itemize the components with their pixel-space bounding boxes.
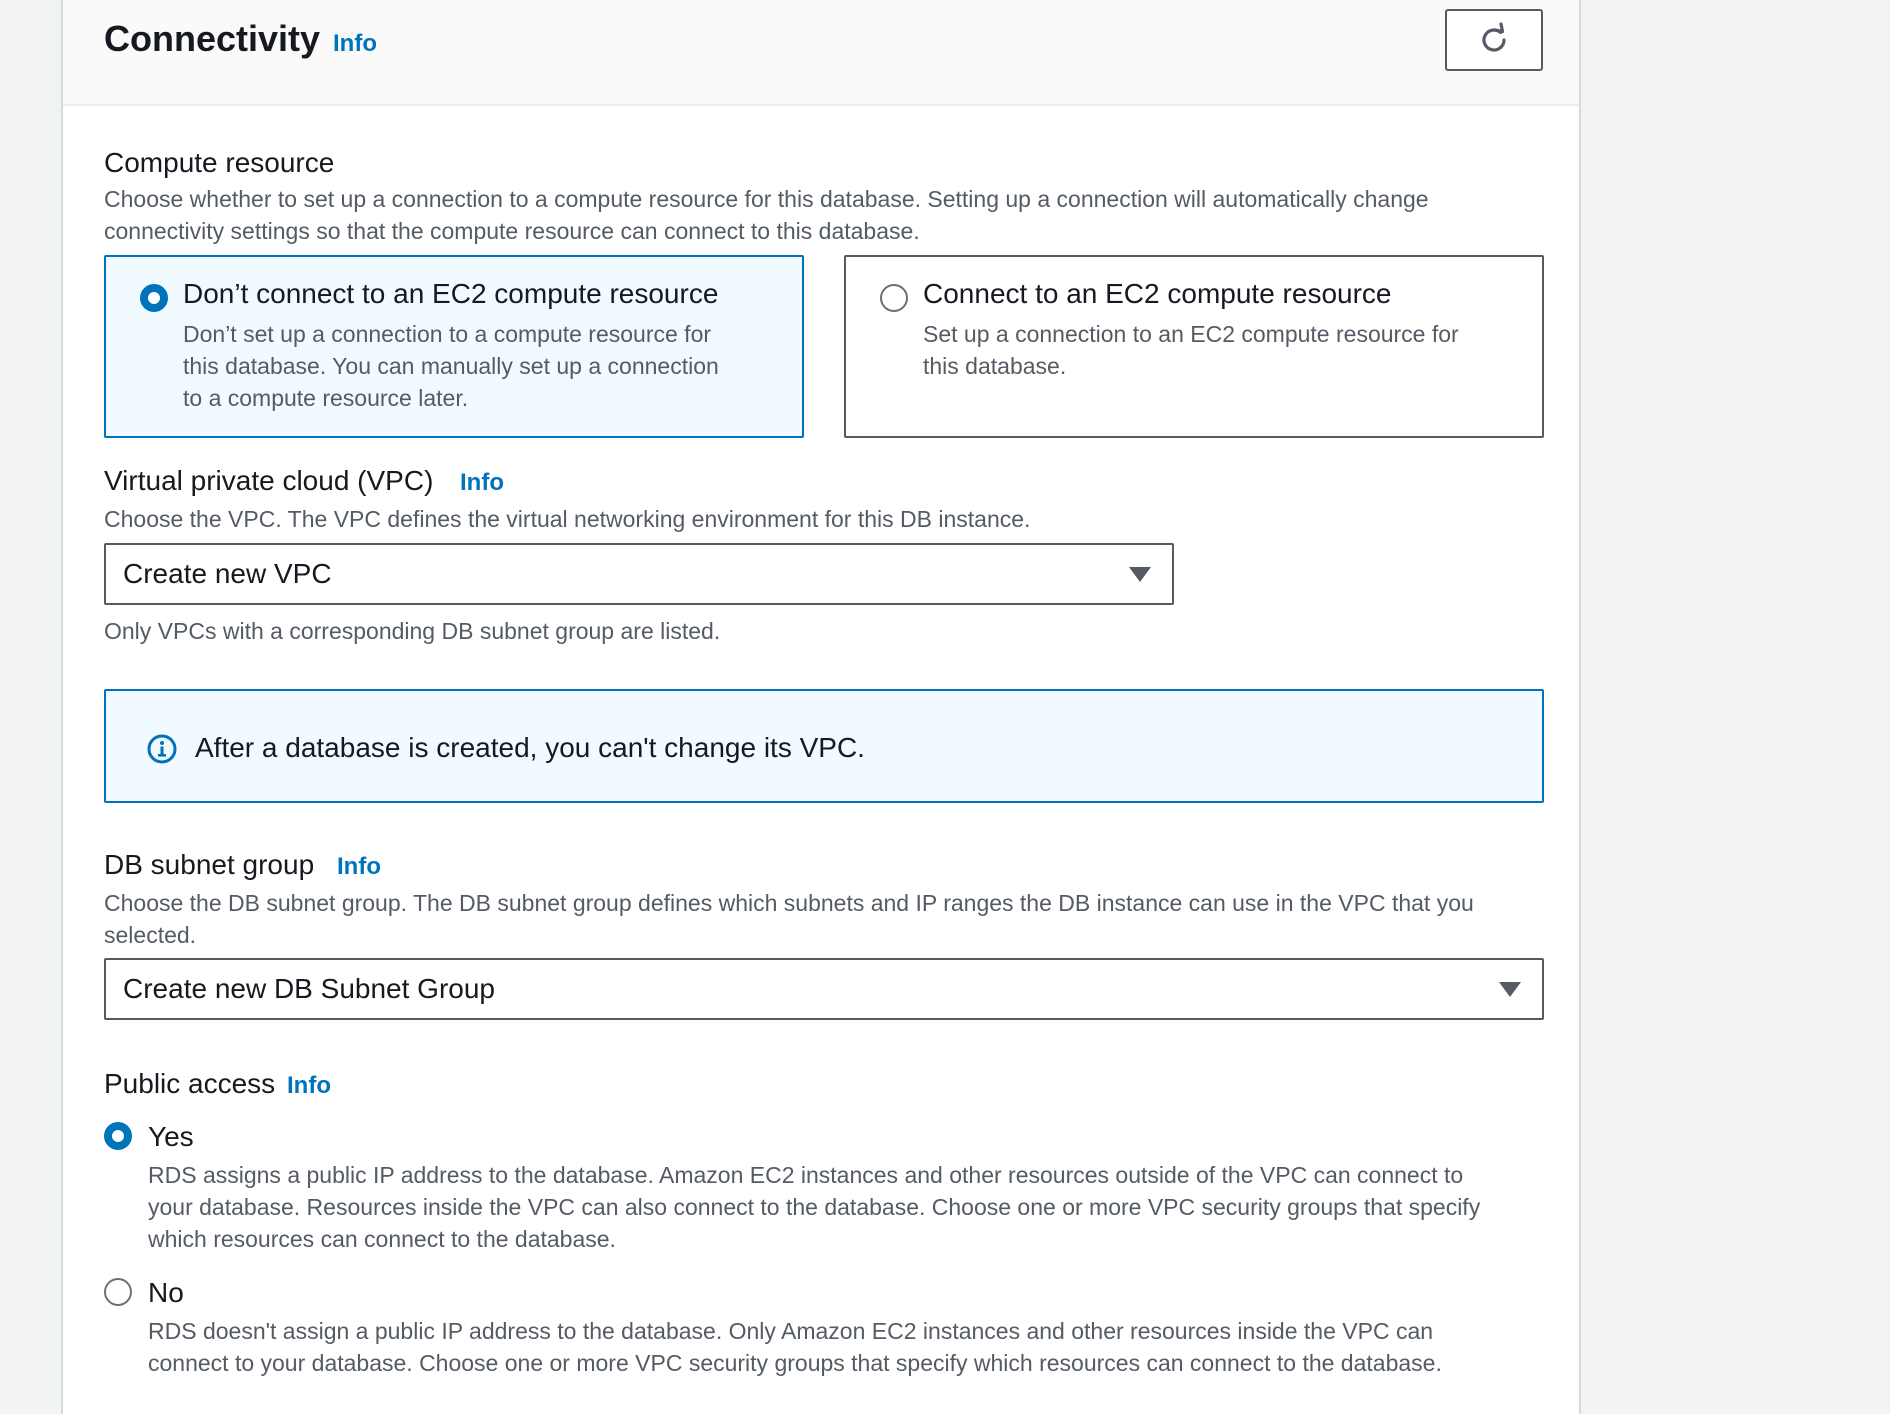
vpc-select-value: Create new VPC [123,558,332,589]
refresh-button[interactable] [1445,9,1543,71]
option-description-line: Don’t set up a connection to a compute r… [183,321,712,347]
option-title: Connect to an EC2 compute resource [923,278,1392,309]
compute-description-line: connectivity settings so that the comput… [104,218,920,244]
refresh-icon [1482,22,1506,52]
public-no-description-line: RDS doesn't assign a public IP address t… [148,1318,1434,1344]
alert-text: After a database is created, you can't c… [195,732,865,763]
public-no-description-line: connect to your database. Choose one or … [148,1350,1442,1376]
subnet-description-line: selected. [104,922,197,948]
connectivity-panel: Connectivity Info Compute resource Choos… [61,0,1581,1414]
compute-resource-description: Choose whether to set up a connection to… [104,183,1429,247]
public-access-info-link[interactable]: Info [287,1072,331,1100]
public-yes-description-line: RDS assigns a public IP address to the d… [148,1162,1464,1188]
radio-public-no[interactable] [104,1278,132,1306]
vpc-hint: Only VPCs with a corresponding DB subnet… [104,618,721,644]
public-yes-description-line: your database. Resources inside the VPC … [148,1194,1481,1220]
option-description-line: this database. You can manually set up a… [183,353,719,379]
subnet-info-link[interactable]: Info [337,853,381,881]
panel-header: Connectivity Info [63,0,1579,106]
page-title: Connectivity [104,18,321,59]
compute-option-connect[interactable]: Connect to an EC2 compute resource Set u… [844,255,1544,438]
subnet-description: Choose the DB subnet group. The DB subne… [104,887,1474,951]
info-circle-icon [147,734,177,764]
option-description-line: this database. [923,353,1067,379]
vpc-label: Virtual private cloud (VPC) [104,465,434,496]
vpc-info-alert: After a database is created, you can't c… [104,689,1544,803]
option-description: Set up a connection to an EC2 compute re… [923,318,1459,382]
public-yes-description-line: which resources can connect to the datab… [148,1226,616,1252]
subnet-description-line: Choose the DB subnet group. The DB subne… [104,890,1474,916]
vpc-select[interactable]: Create new VPC [104,543,1174,605]
option-description-line: to a compute resource later. [183,385,469,411]
vpc-info-link[interactable]: Info [460,469,504,497]
public-yes-label[interactable]: Yes [148,1121,194,1153]
option-title: Don’t connect to an EC2 compute resource [183,278,719,309]
chevron-down-icon [1129,567,1151,582]
compute-resource-label: Compute resource [104,147,335,178]
radio-dont-connect[interactable] [140,284,168,312]
radio-connect[interactable] [880,284,908,312]
compute-option-dont-connect[interactable]: Don’t connect to an EC2 compute resource… [104,255,804,438]
option-description-line: Set up a connection to an EC2 compute re… [923,321,1459,347]
radio-public-yes[interactable] [104,1122,132,1150]
public-no-label[interactable]: No [148,1277,184,1309]
option-description: Don’t set up a connection to a compute r… [183,318,719,414]
subnet-select-value: Create new DB Subnet Group [123,973,495,1004]
vpc-description: Choose the VPC. The VPC defines the virt… [104,506,1031,532]
compute-description-line: Choose whether to set up a connection to… [104,186,1429,212]
chevron-down-icon [1499,982,1521,997]
public-yes-description: RDS assigns a public IP address to the d… [148,1159,1480,1255]
public-no-description: RDS doesn't assign a public IP address t… [148,1315,1442,1379]
subnet-label: DB subnet group [104,849,315,880]
subnet-select[interactable]: Create new DB Subnet Group [104,958,1544,1020]
connectivity-info-link[interactable]: Info [333,30,377,58]
public-access-label: Public access [104,1068,276,1099]
